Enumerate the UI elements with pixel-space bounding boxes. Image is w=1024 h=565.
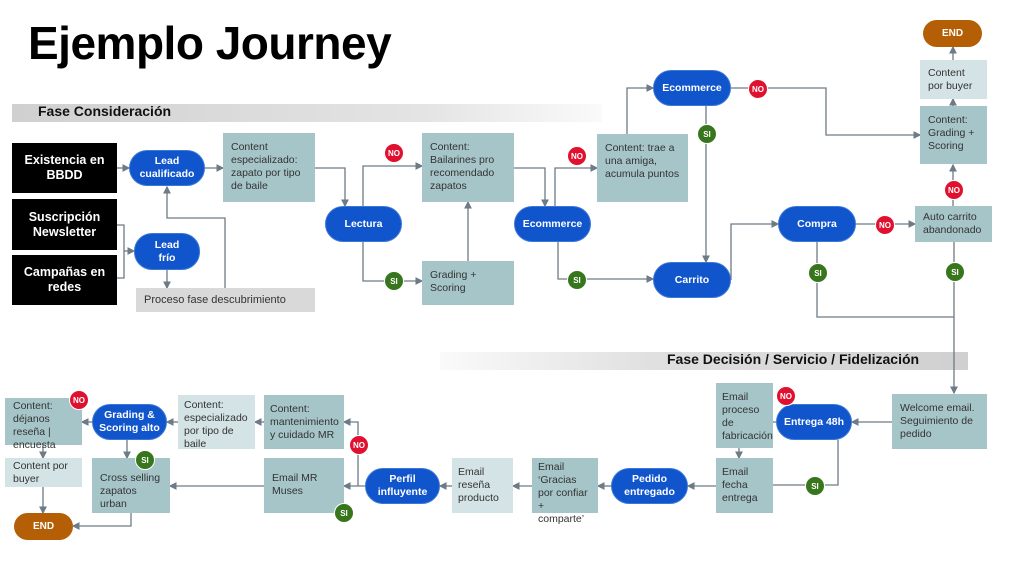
node-grading-scoring: Grading + Scoring [422, 261, 514, 305]
node-perfil-influyente: Perfil influyente [365, 468, 440, 504]
node-content-buyer-bottom: Content por buyer [5, 458, 82, 487]
no-badge: NO [875, 215, 895, 235]
no-badge: NO [776, 386, 796, 406]
node-suscripcion-newsletter: Suscripción Newsletter [12, 199, 117, 250]
node-lead-cualificado: Lead cualificado [129, 150, 205, 186]
node-compra: Compra [778, 206, 856, 242]
node-grading-scoring-alto: Grading & Scoring alto [92, 404, 167, 440]
node-pedido-entregado: Pedido entregado [611, 468, 688, 504]
node-ecommerce-2: Ecommerce [653, 70, 731, 106]
node-email-proceso: Email proceso de fabricación [716, 383, 773, 448]
connector [626, 84, 655, 134]
node-content-especializado-baile: Content: especializado por tipo de baile [178, 395, 255, 450]
no-badge: NO [384, 143, 404, 163]
node-existencia-bbdd: Existencia en BBDD [12, 143, 117, 193]
node-end-top: END [923, 20, 982, 47]
node-cross-selling: Cross selling zapatos urban [92, 458, 170, 513]
node-entrega-48h: Entrega 48h [776, 404, 852, 440]
connector [554, 164, 599, 206]
node-content-especializado: Content especializado: zapato por tipo d… [223, 133, 315, 202]
node-lead-frio: Lead frío [134, 233, 200, 270]
si-badge: SI [697, 124, 717, 144]
node-campanas-redes: Campañas en redes [12, 255, 117, 305]
connector [362, 162, 424, 206]
connector [816, 242, 954, 318]
connector [730, 220, 780, 280]
node-proceso-descubrimiento: Proceso fase descubrimiento [136, 288, 315, 312]
connector [71, 513, 132, 530]
node-lectura: Lectura [325, 206, 402, 242]
si-badge: SI [135, 450, 155, 470]
node-content-bailarines: Content: Bailarines pro recomendado zapa… [422, 133, 514, 202]
connector [315, 167, 349, 208]
node-email-mr-muses: Email MR Muses [264, 458, 344, 513]
si-badge: SI [808, 263, 828, 283]
no-badge: NO [944, 180, 964, 200]
si-badge: SI [567, 270, 587, 290]
no-badge: NO [69, 390, 89, 410]
node-content-buyer-top: Content por buyer [920, 60, 987, 99]
node-carrito: Carrito [653, 262, 731, 298]
connector [760, 440, 839, 489]
no-badge: NO [567, 146, 587, 166]
node-end-bottom: END [14, 513, 73, 540]
si-badge: SI [334, 503, 354, 523]
connector [117, 224, 125, 279]
no-badge: NO [748, 79, 768, 99]
si-badge: SI [384, 271, 404, 291]
node-email-gracias: Email ‘Gracias por confiar + comparte’ [532, 458, 598, 525]
node-auto-carrito: Auto carrito abandonado [915, 206, 992, 242]
journey-diagram: Ejemplo Journey Fase Consideración Fase … [0, 0, 1024, 565]
node-welcome-email: Welcome email. Seguimiento de pedido [892, 394, 987, 449]
no-badge: NO [349, 435, 369, 455]
node-content-trae-amiga: Content: trae a una amiga, acumula punto… [597, 134, 688, 202]
node-content-grading: Content: Grading + Scoring [920, 106, 987, 164]
node-email-fecha: Email fecha entrega [716, 458, 773, 513]
connector [514, 167, 549, 208]
node-content-mantenimiento: Content: mantenimiento y cuidado MR [264, 395, 344, 449]
node-email-resena: Email reseña producto [452, 458, 513, 513]
si-badge: SI [805, 476, 825, 496]
si-badge: SI [945, 262, 965, 282]
node-ecommerce-1: Ecommerce [514, 206, 591, 242]
